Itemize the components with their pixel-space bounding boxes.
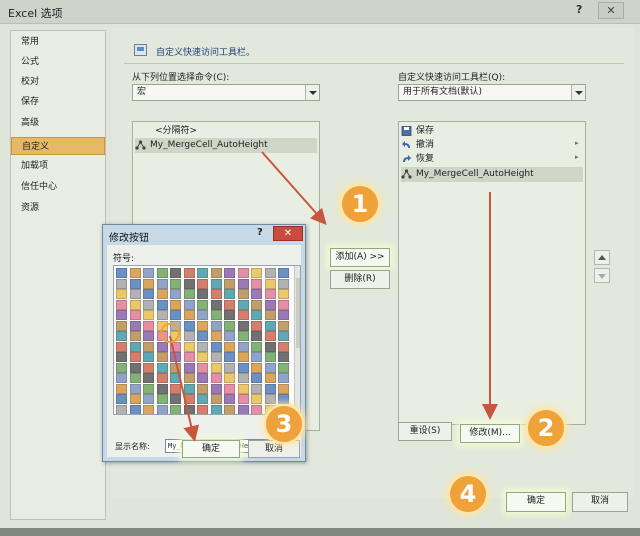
step-badge-1: 1	[340, 184, 380, 224]
step-badge-2: 2	[526, 408, 566, 448]
arrow-to-add	[261, 151, 327, 225]
step-badge-3: 3	[264, 404, 304, 444]
arrow-to-dialog-ok	[169, 335, 200, 442]
step-badge-4: 4	[448, 474, 488, 514]
annotation-arrows	[160, 151, 498, 442]
